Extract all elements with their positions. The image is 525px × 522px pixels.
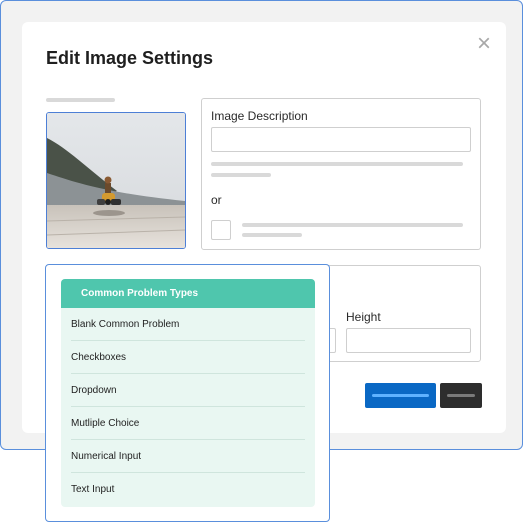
- dropdown-item-text-input[interactable]: Text Input: [71, 473, 305, 506]
- cancel-button[interactable]: [440, 383, 482, 408]
- close-icon[interactable]: ×: [474, 32, 494, 56]
- helper-text-line: [211, 173, 271, 177]
- cancel-button-label-bar: [447, 394, 475, 397]
- dropdown-item-numerical-input[interactable]: Numerical Input: [71, 440, 305, 473]
- dropdown-header: Common Problem Types: [61, 279, 315, 308]
- image-description-panel: Image Description or: [201, 98, 481, 250]
- toy-figure-photo: [47, 113, 185, 248]
- problem-type-dropdown: Common Problem Types Blank Common Proble…: [45, 264, 330, 522]
- dropdown-item-dropdown[interactable]: Dropdown: [71, 374, 305, 407]
- helper-text-line: [211, 162, 463, 166]
- dropdown-item-blank-common-problem[interactable]: Blank Common Problem: [71, 308, 305, 341]
- checkbox-label-line: [242, 223, 463, 227]
- thumbnail-caption-placeholder: [46, 98, 115, 102]
- dropdown-item-multiple-choice[interactable]: Mutliple Choice: [71, 407, 305, 440]
- checkbox-label-line: [242, 233, 302, 237]
- or-separator: or: [211, 193, 222, 207]
- image-thumbnail[interactable]: [46, 112, 186, 249]
- save-button[interactable]: [365, 383, 436, 408]
- save-button-label-bar: [372, 394, 429, 397]
- dropdown-item-checkboxes[interactable]: Checkboxes: [71, 341, 305, 374]
- height-label: Height: [346, 310, 381, 324]
- image-description-label: Image Description: [211, 109, 308, 123]
- modal-title: Edit Image Settings: [46, 48, 214, 68]
- height-input[interactable]: [346, 328, 471, 353]
- image-description-input[interactable]: [211, 127, 471, 152]
- problem-type-list: Common Problem Types Blank Common Proble…: [61, 279, 315, 507]
- decorative-checkbox[interactable]: [211, 220, 231, 240]
